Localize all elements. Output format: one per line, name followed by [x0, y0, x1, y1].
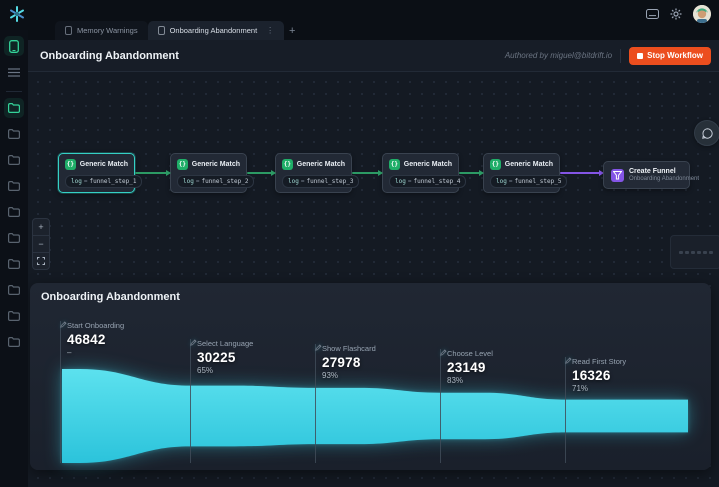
canvas-minimap[interactable] [670, 235, 719, 269]
braces-icon: {} [282, 159, 293, 170]
sidebar-divider [6, 91, 22, 92]
sidebar-folder-list [4, 118, 24, 352]
sidebar-folder[interactable] [4, 202, 24, 222]
workflow-canvas[interactable]: {} Generic Match log = funnel_step_1 {} Ge… [28, 72, 719, 487]
tab-onboarding-abandonment[interactable]: Onboarding Abandonment ⋮ [147, 21, 285, 40]
app-root: Memory Warnings Onboarding Abandonment ⋮… [0, 0, 719, 487]
edge-4-5 [459, 170, 484, 176]
node-filter-chip: log = funnel_step_2 [177, 175, 255, 188]
sidebar-folder[interactable] [4, 254, 24, 274]
feedback-icon[interactable] [646, 9, 659, 19]
tab-bar: Memory Warnings Onboarding Abandonment ⋮… [55, 21, 300, 40]
device-icon [65, 26, 72, 35]
tab-memory-warnings[interactable]: Memory Warnings [55, 21, 148, 40]
funnel-step-start-onboarding: Start Onboarding 46842 – [60, 321, 128, 357]
zoom-out-button[interactable]: − [33, 236, 49, 253]
edge-3-4 [352, 170, 383, 176]
sidebar-folder[interactable] [4, 306, 24, 326]
node-filter-chip: log = funnel_step_5 [490, 175, 568, 188]
left-sidebar [0, 30, 28, 487]
device-icon [157, 26, 165, 35]
edge-2-3 [247, 170, 276, 176]
main-panel: Onboarding Abandonment Authored by migue… [28, 40, 719, 487]
workflow-header: Onboarding Abandonment Authored by migue… [28, 40, 719, 72]
node-generic-match-5[interactable]: {} Generic Match log = funnel_step_5 [483, 153, 568, 193]
sidebar-item-list[interactable] [4, 62, 24, 82]
node-generic-match-2[interactable]: {} Generic Match log = funnel_step_2 [170, 153, 255, 193]
braces-icon: {} [177, 159, 188, 170]
tab-menu-icon[interactable]: ⋮ [266, 26, 274, 35]
funnel-icon [611, 168, 624, 182]
funnel-step-show-flashcard: Show Flashcard 27978 93% [315, 344, 380, 380]
header-divider [620, 48, 622, 63]
sidebar-folder[interactable] [4, 228, 24, 248]
sidebar-folder-active[interactable] [4, 98, 24, 118]
settings-gear-icon[interactable] [670, 8, 682, 20]
authored-by-text: Authored by miguel@bitdrift.io [504, 51, 613, 60]
workflow-title: Onboarding Abandonment [40, 49, 179, 62]
sidebar-folder[interactable] [4, 332, 24, 352]
edge-1-2 [135, 170, 171, 176]
app-logo-icon[interactable] [8, 5, 26, 23]
new-tab-button[interactable]: + [284, 21, 300, 40]
sidebar-folder[interactable] [4, 176, 24, 196]
user-avatar[interactable] [693, 5, 711, 23]
node-filter-chip: log = funnel_step_1 [65, 175, 143, 188]
node-generic-match-1[interactable]: {} Generic Match log = funnel_step_1 [58, 153, 143, 193]
comment-bubble-button[interactable] [694, 120, 719, 146]
tab-label: Onboarding Abandonment [169, 26, 258, 35]
node-filter-chip: log = funnel_step_4 [389, 175, 467, 188]
node-generic-match-3[interactable]: {} Generic Match log = funnel_step_3 [275, 153, 360, 193]
node-create-funnel[interactable]: Create Funnel Onboarding Abandonment [603, 161, 699, 189]
stop-icon [637, 52, 644, 59]
funnel-panel-title: Onboarding Abandonment [41, 291, 180, 303]
edge-5-create [560, 170, 604, 176]
funnel-step-choose-level: Choose Level 23149 83% [440, 349, 497, 385]
stop-workflow-button[interactable]: Stop Workflow [629, 46, 711, 65]
fit-view-button[interactable] [33, 253, 49, 269]
canvas-zoom-controls: + − [32, 218, 50, 270]
funnel-results-panel: Onboarding Abandonment Start Onboarding … [30, 283, 711, 470]
sidebar-folder[interactable] [4, 124, 24, 144]
sidebar-folder[interactable] [4, 280, 24, 300]
braces-icon: {} [389, 159, 400, 170]
sidebar-folder[interactable] [4, 150, 24, 170]
node-filter-chip: log = funnel_step_3 [282, 175, 360, 188]
funnel-step-select-language: Select Language 30225 65% [190, 339, 257, 375]
top-bar: Memory Warnings Onboarding Abandonment ⋮… [0, 0, 719, 40]
zoom-in-button[interactable]: + [33, 219, 49, 236]
funnel-step-read-first-story: Read First Story 16326 71% [565, 357, 630, 393]
braces-icon: {} [65, 159, 76, 170]
top-bar-actions [646, 0, 711, 28]
braces-icon: {} [490, 159, 501, 170]
tab-label: Memory Warnings [77, 26, 138, 35]
node-generic-match-4[interactable]: {} Generic Match log = funnel_step_4 [382, 153, 467, 193]
funnel-chart: Start Onboarding 46842 – Select Language… [60, 318, 689, 463]
sidebar-item-device[interactable] [4, 36, 24, 56]
